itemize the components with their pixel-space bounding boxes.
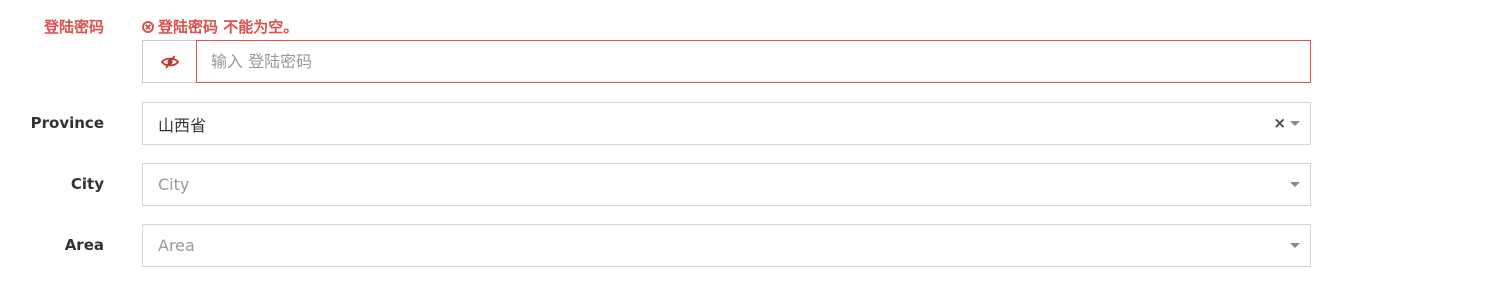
province-selected-value: 山西省	[158, 115, 207, 135]
clear-selection-icon[interactable]: ×	[1273, 116, 1286, 131]
city-placeholder: City	[158, 175, 190, 194]
area-placeholder: Area	[158, 236, 195, 255]
chevron-down-icon	[1290, 243, 1300, 248]
password-label: 登陆密码	[43, 18, 104, 36]
province-label: Province	[30, 114, 104, 132]
chevron-down-icon	[1290, 182, 1300, 187]
toggle-password-visibility-button[interactable]	[142, 40, 196, 83]
city-label: City	[70, 175, 104, 193]
password-error-text: 登陆密码 不能为空。	[158, 18, 299, 36]
chevron-down-icon	[1290, 121, 1300, 126]
error-circle-icon	[142, 20, 154, 33]
area-select[interactable]: Area	[142, 224, 1311, 267]
password-input-group	[142, 40, 1311, 83]
city-select[interactable]: City	[142, 163, 1311, 206]
eye-slash-icon	[160, 54, 179, 69]
password-error-message: 登陆密码 不能为空。	[142, 16, 298, 37]
area-label: Area	[64, 236, 104, 254]
password-input[interactable]	[196, 40, 1311, 83]
province-select[interactable]: 山西省 ×	[142, 102, 1311, 145]
